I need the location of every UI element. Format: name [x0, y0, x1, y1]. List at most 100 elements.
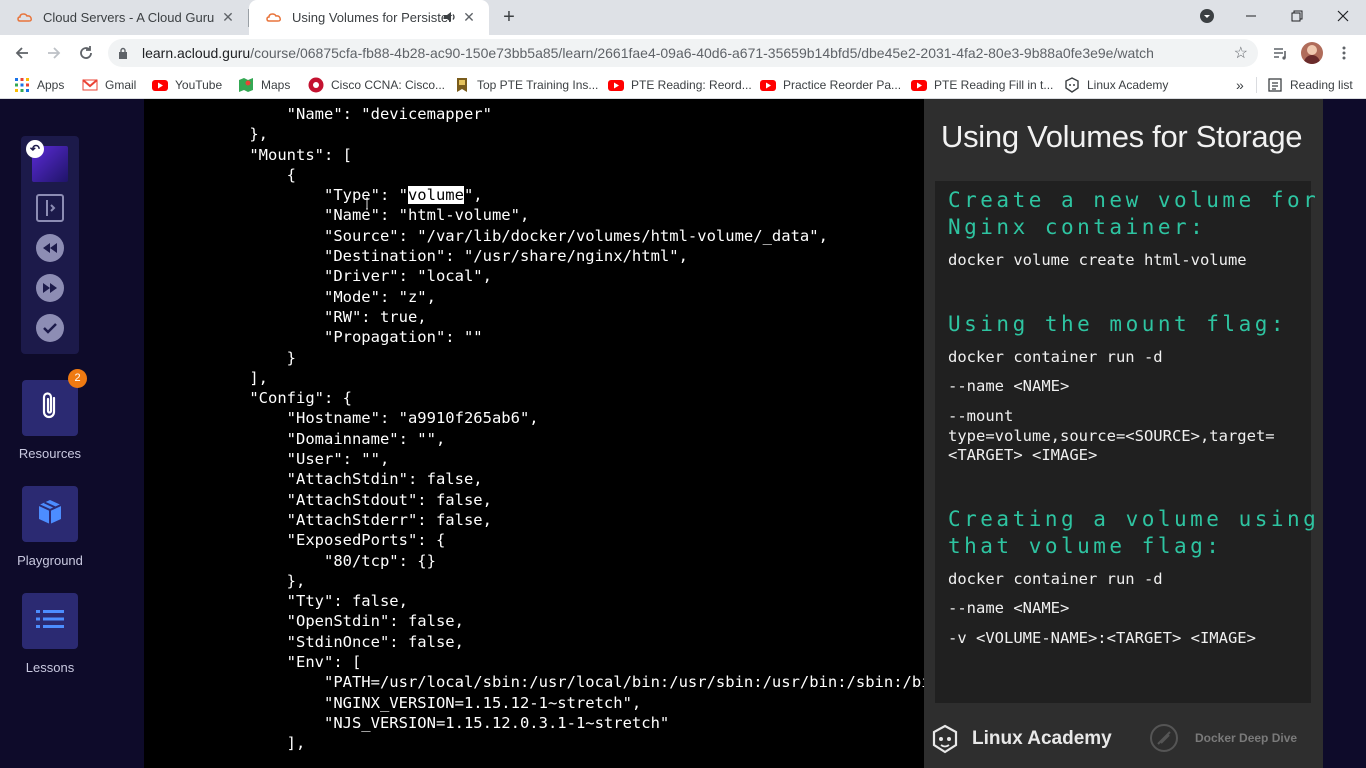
terminal-line: "NGINX_VERSION=1.15.12-1~stretch", [212, 693, 642, 712]
linux-academy-brand: Linux Academy [930, 722, 1112, 756]
terminal-line: ], [212, 368, 268, 387]
new-tab-button[interactable]: + [498, 6, 520, 28]
slide-section-heading: Using the mount flag: [948, 312, 1288, 336]
playground-button[interactable] [22, 486, 78, 542]
close-tab-icon[interactable]: ✕ [461, 9, 477, 25]
terminal-line: "NJS_VERSION=1.15.12.0.3.1-1~stretch" [212, 713, 670, 732]
bookmark-label: PTE Reading Fill in t... [934, 78, 1054, 92]
bookmark-label: Cisco CCNA: Cisco... [331, 78, 446, 92]
slide-title: Using Volumes for Storage [941, 119, 1303, 154]
bookmark-label: YouTube [175, 78, 223, 92]
bookmark-label: Top PTE Training Ins... [477, 78, 599, 92]
course-badge: Docker Deep Dive [1149, 723, 1297, 753]
slide-command: docker container run -d [948, 570, 1163, 588]
profile-avatar[interactable] [1301, 42, 1323, 64]
tab-strip: Cloud Servers - A Cloud Guru ✕ Using Vol… [0, 0, 1366, 35]
restore-icon[interactable] [1274, 0, 1320, 32]
profile-menu-icon[interactable] [1184, 0, 1230, 32]
terminal-line: { [212, 165, 296, 184]
resources-label: Resources [18, 446, 82, 461]
course-name: Docker Deep Dive [1195, 731, 1298, 745]
player-controls-panel: ↶ [21, 136, 79, 354]
rewind-icon[interactable] [36, 234, 64, 262]
tab-cloud-servers[interactable]: Cloud Servers - A Cloud Guru ✕ [0, 0, 248, 35]
terminal-line: "Hostname": "a9910f265ab6", [212, 409, 539, 428]
bookmark-linux-academy[interactable]: Linux Academy [1064, 76, 1168, 94]
bookmark-label: Gmail [105, 78, 137, 92]
youtube-icon [152, 77, 168, 93]
bookmark-apps[interactable]: Apps [14, 76, 64, 94]
bookmark-gmail[interactable]: Gmail [82, 76, 136, 94]
toggle-sidebar-icon[interactable] [36, 194, 64, 222]
maps-icon [238, 77, 254, 93]
slide-command: docker volume create html-volume [948, 251, 1247, 269]
terminal-line: "Env": [ [212, 653, 362, 672]
reading-list-label: Reading list [1290, 78, 1353, 92]
terminal-line: "ExposedPorts": { [212, 531, 446, 550]
minimize-icon[interactable] [1228, 0, 1274, 32]
youtube-icon [760, 77, 776, 93]
terminal-line: "Destination": "/usr/share/nginx/html", [212, 247, 688, 266]
more-bookmarks-button[interactable]: » [1236, 76, 1244, 94]
slide-command: --name <NAME> [948, 599, 1070, 617]
back-arrow-icon[interactable] [10, 41, 34, 65]
playground-label: Playground [17, 553, 83, 568]
reading-list-button[interactable]: Reading list [1267, 76, 1353, 94]
bookmark-pte-reading-fill[interactable]: PTE Reading Fill in t... [911, 76, 1053, 94]
course-sidebar: ↶ 2 Resources Playground Lessons [0, 99, 144, 768]
bookmark-label: Maps [261, 78, 291, 92]
terminal-line-prefix: "Type": " [212, 186, 408, 205]
lessons-label: Lessons [25, 660, 75, 675]
resources-button[interactable] [22, 380, 78, 436]
bookmark-maps[interactable]: Maps [238, 76, 290, 94]
slide-section-heading: Creating a volume using that volume flag… [948, 507, 1320, 558]
terminal-line: "Name": "html-volume", [212, 206, 530, 225]
bookmark-star-icon[interactable]: ☆ [1234, 43, 1248, 63]
terminal-line: "Tty": false, [212, 592, 408, 611]
brand-name: Linux Academy [972, 728, 1112, 749]
forward-arrow-icon[interactable] [42, 41, 66, 65]
bookmark-label: PTE Reading: Reord... [631, 78, 752, 92]
terminal-line: "RW": true, [212, 307, 427, 326]
terminal-text: "Name": "devicemapper" }, "Mounts": [ { … [212, 104, 959, 754]
paperclip-icon [39, 391, 61, 426]
fast-forward-icon[interactable] [36, 274, 64, 302]
resources-badge: 2 [68, 369, 87, 388]
terminal-line: "AttachStderr": false, [212, 510, 492, 529]
terminal-line: "Propagation": "" [212, 328, 483, 347]
video-player[interactable]: "Name": "devicemapper" }, "Mounts": [ { … [144, 99, 1348, 768]
more-menu-icon[interactable] [1332, 41, 1356, 65]
lessons-button[interactable] [22, 593, 78, 649]
reload-icon[interactable] [74, 41, 98, 65]
bookmark-label: Apps [37, 78, 65, 92]
close-window-icon[interactable] [1320, 0, 1366, 32]
course-thumbnail[interactable]: ↶ [26, 140, 68, 182]
terminal-line: "StdinOnce": false, [212, 632, 464, 651]
bookmark-top-pte[interactable]: Top PTE Training Ins... [454, 76, 598, 94]
reading-list-icon [1267, 77, 1283, 93]
terminal-line: }, [212, 125, 268, 144]
slide-section-heading: Create a new volume for a Nginx containe… [948, 188, 1348, 239]
bookmark-youtube[interactable]: YouTube [152, 76, 222, 94]
slide-command: --mount type=volume,source=<SOURCE>,targ… [948, 407, 1275, 464]
bookmark-label: Linux Academy [1087, 78, 1169, 92]
audio-playing-icon[interactable] [443, 10, 457, 24]
tab-using-volumes[interactable]: Using Volumes for Persistent ✕ [249, 0, 489, 35]
course-page: ↶ 2 Resources Playground Lessons "Name":… [0, 99, 1366, 768]
bookmark-pte-reading-reorder[interactable]: PTE Reading: Reord... [608, 76, 752, 94]
terminal-output: "Name": "devicemapper" }, "Mounts": [ { … [144, 99, 959, 768]
pte-icon [454, 77, 470, 93]
media-control-icon[interactable] [1268, 41, 1292, 65]
bookmarks-bar: Apps Gmail YouTube Maps Cisco CCNA: Cisc… [0, 71, 1366, 99]
slide-command: --name <NAME> [948, 377, 1070, 395]
slide-command: docker container run -d [948, 348, 1163, 366]
terminal-line: "Mounts": [ [212, 145, 352, 164]
terminal-line-highlight: "Type": "volume", [212, 185, 959, 205]
address-bar[interactable]: learn.acloud.guru/course/06875cfa-fb88-4… [108, 39, 1258, 67]
mark-complete-icon[interactable] [36, 314, 64, 342]
bookmark-cisco[interactable]: Cisco CCNA: Cisco... [308, 76, 445, 94]
close-tab-icon[interactable]: ✕ [220, 9, 236, 25]
back-icon[interactable]: ↶ [26, 140, 44, 158]
mouse-cursor-icon [366, 197, 374, 211]
bookmark-practice-reorder[interactable]: Practice Reorder Pa... [760, 76, 901, 94]
